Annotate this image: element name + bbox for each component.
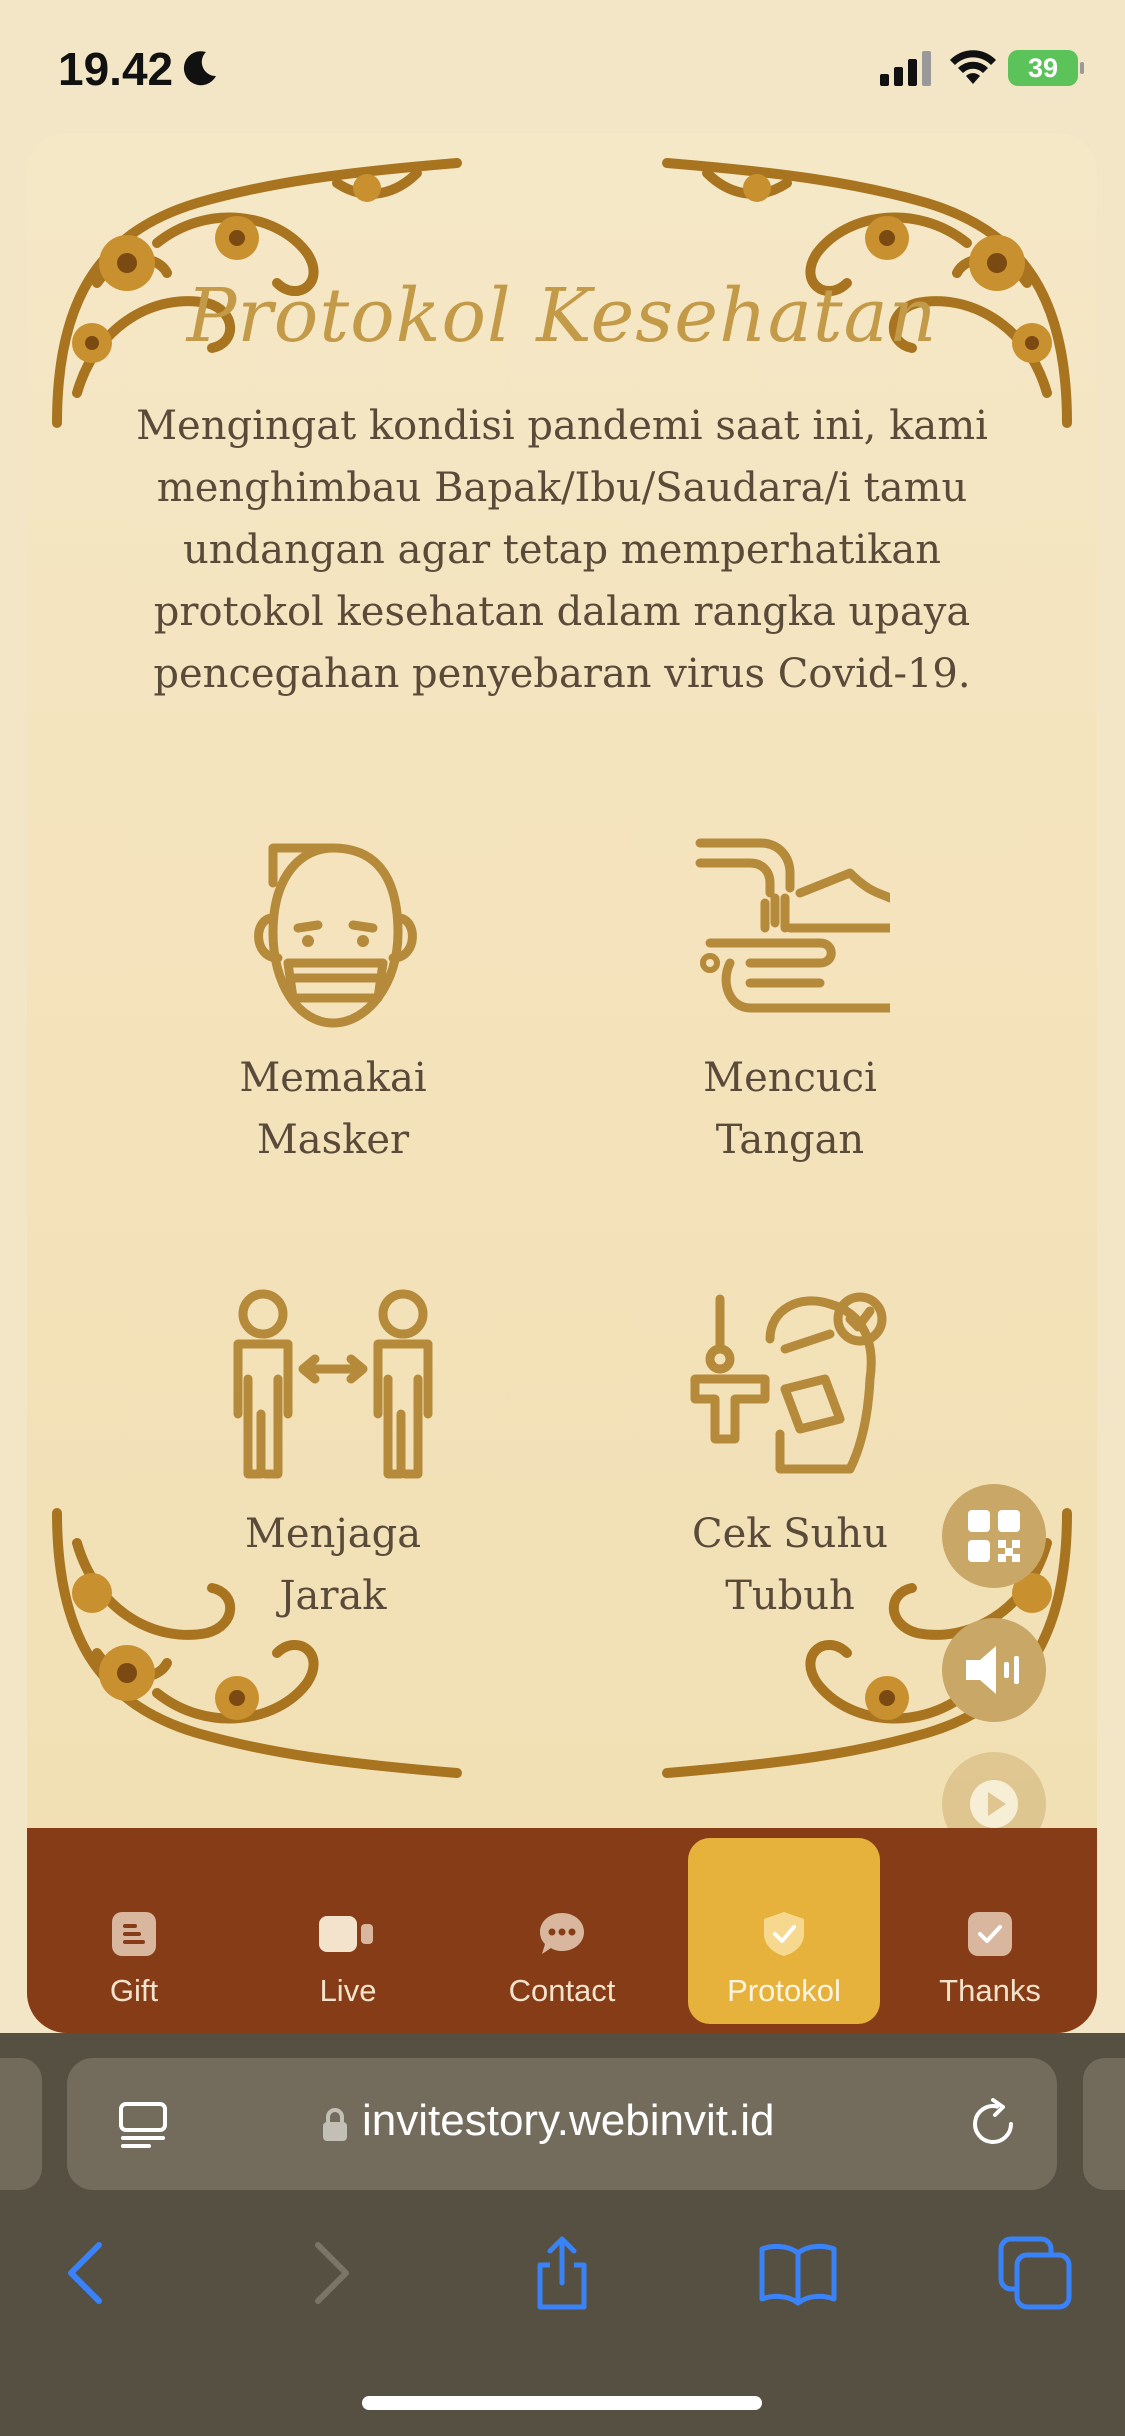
- wifi-icon: [950, 50, 996, 84]
- nav-item-contact[interactable]: Contact: [455, 1828, 669, 2033]
- home-indicator: [362, 2396, 762, 2410]
- qr-code-icon: [968, 1510, 1020, 1562]
- nav-label: Gift: [109, 1973, 159, 2008]
- mask-icon: [254, 843, 417, 1028]
- check-icon: [968, 1912, 1012, 1956]
- url-text: invitestory.webinvit.id: [362, 2096, 775, 2145]
- protocol-card: Protokol Kesehatan Mengingat kondisi pan…: [27, 133, 1097, 2033]
- status-time: 19.42: [58, 43, 174, 95]
- nav-label: Thanks: [939, 1973, 1041, 2008]
- protocol-label-line2: Tangan: [715, 1117, 865, 1163]
- protocol-label-line2: Tubuh: [725, 1573, 855, 1619]
- page-menu-icon[interactable]: [117, 2098, 169, 2150]
- protocol-label-line1: Cek Suhu: [692, 1511, 888, 1557]
- bookmarks-icon[interactable]: [758, 2233, 838, 2313]
- gift-icon: [112, 1912, 156, 1956]
- video-icon: [319, 1916, 373, 1952]
- battery-level: 39: [1027, 53, 1059, 83]
- qr-code-button[interactable]: [942, 1484, 1046, 1588]
- signal-icon: [880, 51, 931, 86]
- nav-item-live[interactable]: Live: [241, 1828, 455, 2033]
- nav-item-protokol[interactable]: Protokol: [669, 1828, 883, 2033]
- thermometer-icon: [690, 1292, 887, 1474]
- lock-icon: [323, 2108, 347, 2141]
- forward-icon[interactable]: [290, 2233, 370, 2313]
- nav-label: Live: [319, 1973, 377, 2008]
- protocol-label-line1: Menjaga: [244, 1511, 422, 1557]
- nav-label: Protokol: [727, 1973, 841, 2008]
- protocol-item-handwash: Mencuci Tangan: [630, 833, 950, 1171]
- back-icon[interactable]: [47, 2233, 127, 2313]
- distance-icon: [233, 1289, 433, 1479]
- tabs-icon[interactable]: [995, 2233, 1075, 2313]
- next-tab-peek[interactable]: [1083, 2058, 1125, 2190]
- chat-icon: [540, 1913, 584, 1954]
- protocol-item-mask: Memakai Masker: [173, 833, 493, 1171]
- battery-indicator: 39: [1008, 50, 1084, 86]
- protocol-label-line1: Memakai: [239, 1055, 427, 1101]
- shield-icon: [764, 1912, 804, 1956]
- page-title: Protokol Kesehatan: [186, 273, 938, 359]
- audio-toggle-button[interactable]: [942, 1618, 1046, 1722]
- protocol-item-distance: Menjaga Jarak: [173, 1289, 493, 1627]
- protocol-item-temperature: Cek Suhu Tubuh: [630, 1289, 950, 1627]
- reload-icon[interactable]: [967, 2098, 1019, 2150]
- address-bar[interactable]: invitestory.webinvit.id: [67, 2058, 1057, 2190]
- protocol-label-line2: Masker: [256, 1117, 410, 1163]
- protocol-label-line1: Mencuci: [703, 1055, 877, 1101]
- browser-toolbar: invitestory.webinvit.id: [0, 2033, 1125, 2436]
- play-icon: [970, 1780, 1018, 1828]
- hand-wash-icon: [695, 838, 890, 1013]
- previous-tab-peek[interactable]: [0, 2058, 42, 2190]
- nav-item-thanks[interactable]: Thanks: [883, 1828, 1097, 2033]
- bottom-navigation: Gift Live Contact Protokol Thanks: [27, 1828, 1097, 2033]
- status-bar: 19.42 39: [0, 0, 1125, 130]
- nav-label: Contact: [508, 1973, 616, 2008]
- protocol-label-line2: Jarak: [279, 1573, 387, 1619]
- intro-text: Mengingat kondisi pandemi saat ini, kami…: [136, 403, 988, 697]
- nav-item-gift[interactable]: Gift: [27, 1828, 241, 2033]
- share-icon[interactable]: [522, 2233, 602, 2313]
- moon-icon: [183, 51, 216, 86]
- speaker-icon: [966, 1646, 1019, 1694]
